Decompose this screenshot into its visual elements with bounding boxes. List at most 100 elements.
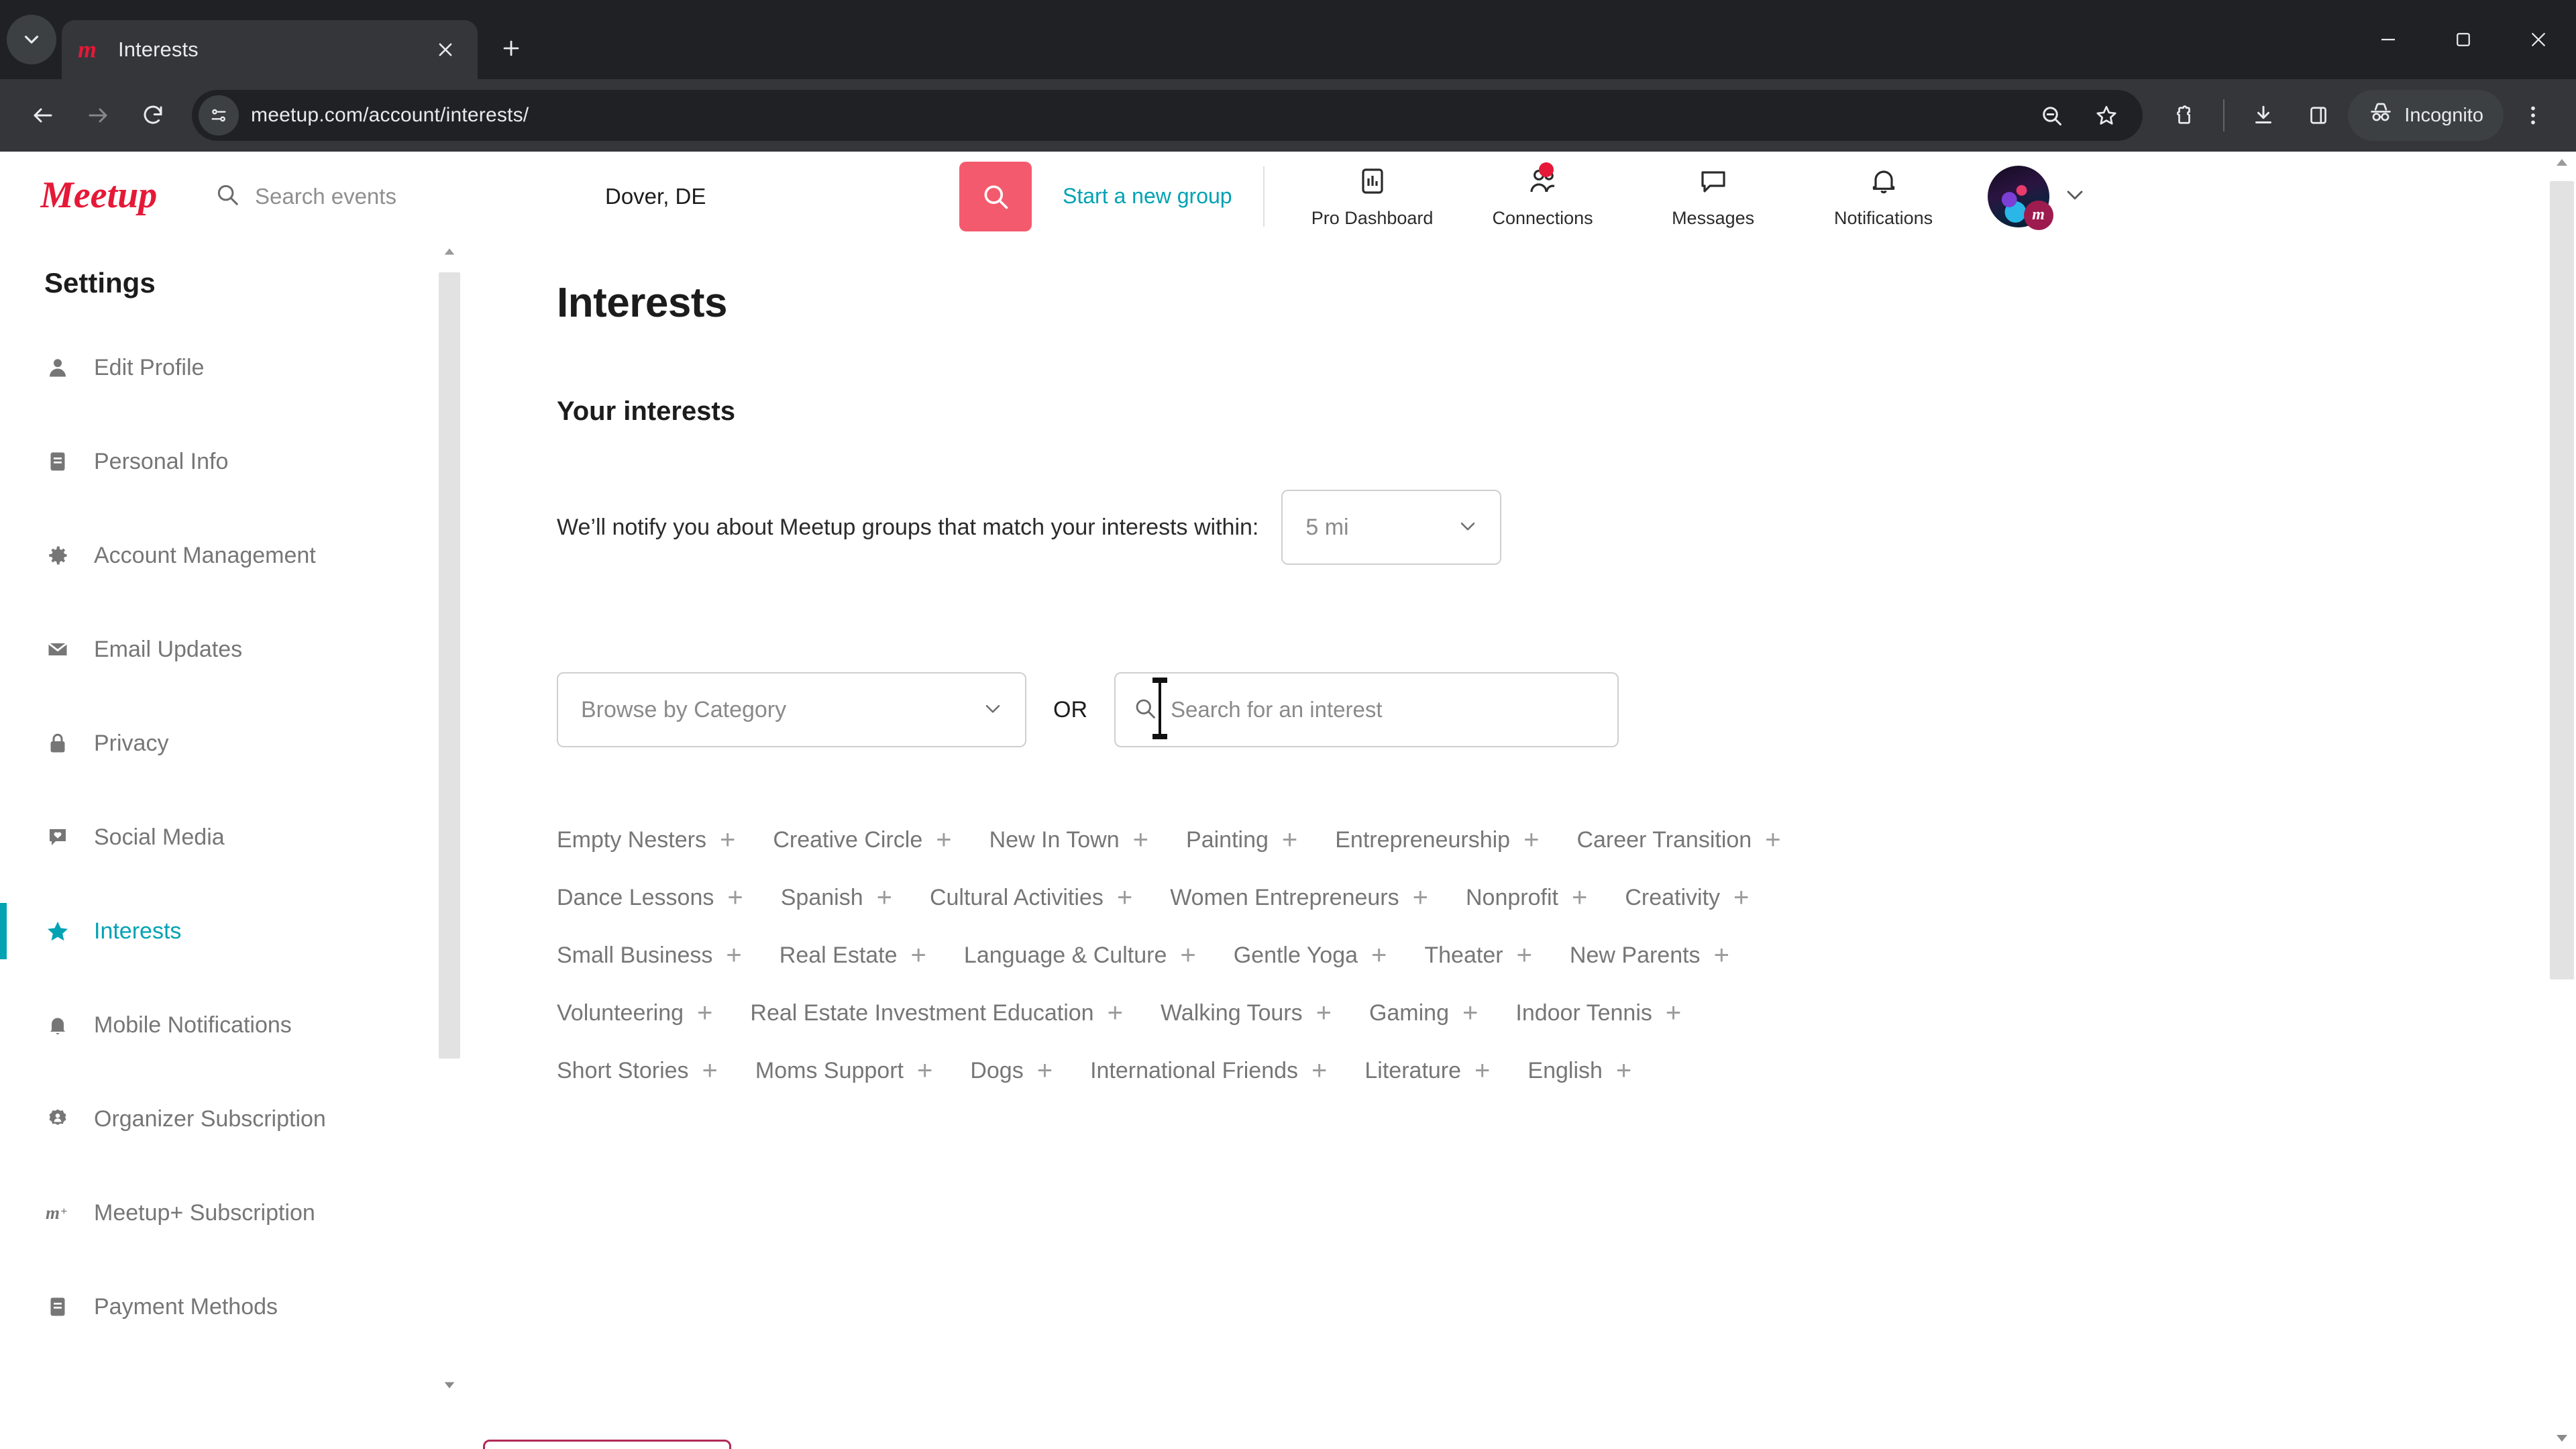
sidebar-item-payment-methods[interactable]: Payment Methods bbox=[0, 1276, 483, 1338]
search-input[interactable] bbox=[255, 183, 590, 209]
scroll-up-icon[interactable] bbox=[436, 241, 463, 262]
interest-tag[interactable]: English + bbox=[1527, 1057, 1631, 1084]
interest-search-field[interactable] bbox=[1114, 672, 1619, 747]
zoom-out-icon[interactable] bbox=[2026, 90, 2077, 141]
add-icon[interactable]: + bbox=[1733, 884, 1749, 911]
add-icon[interactable]: + bbox=[1133, 826, 1148, 853]
browser-tab[interactable]: m Interests bbox=[62, 20, 478, 79]
add-icon[interactable]: + bbox=[911, 942, 926, 969]
nav-notifications[interactable]: Notifications bbox=[1799, 164, 1969, 229]
start-new-group-link[interactable]: Start a new group bbox=[1063, 184, 1232, 209]
sidebar-item-mobile-notifications[interactable]: Mobile Notifications bbox=[0, 994, 483, 1056]
interest-tag[interactable]: Career Transition + bbox=[1576, 826, 1780, 853]
interest-tag[interactable]: Language & Culture + bbox=[964, 942, 1196, 969]
extensions-icon[interactable] bbox=[2159, 90, 2210, 141]
add-icon[interactable]: + bbox=[1616, 1057, 1631, 1084]
bookmark-star-icon[interactable] bbox=[2081, 90, 2132, 141]
minimize-icon[interactable] bbox=[2351, 0, 2426, 79]
interest-tag[interactable]: Moms Support + bbox=[755, 1057, 932, 1084]
interest-tag[interactable]: Cultural Activities + bbox=[930, 884, 1132, 911]
search-submit-button[interactable] bbox=[959, 161, 1032, 231]
interest-tag[interactable]: Short Stories + bbox=[557, 1057, 718, 1084]
add-icon[interactable]: + bbox=[1108, 1000, 1123, 1026]
add-icon[interactable]: + bbox=[1517, 942, 1532, 969]
interest-tag[interactable]: Nonprofit + bbox=[1466, 884, 1587, 911]
add-icon[interactable]: + bbox=[877, 884, 892, 911]
new-tab-button[interactable] bbox=[490, 27, 533, 70]
close-window-icon[interactable] bbox=[2501, 0, 2576, 79]
tab-search-button[interactable] bbox=[7, 15, 56, 64]
sidebar-scrollbar[interactable] bbox=[436, 241, 463, 1395]
add-icon[interactable]: + bbox=[1523, 826, 1539, 853]
avatar[interactable]: m bbox=[1987, 165, 2053, 230]
scroll-down-icon[interactable] bbox=[2548, 1428, 2576, 1449]
reload-icon[interactable] bbox=[127, 90, 178, 141]
interest-tag[interactable]: Women Entrepreneurs + bbox=[1170, 884, 1428, 911]
interest-tag[interactable]: Real Estate + bbox=[780, 942, 926, 969]
page-scrollbar[interactable] bbox=[2548, 152, 2576, 1449]
sidebar-item-personal-info[interactable]: Personal Info bbox=[0, 431, 483, 492]
interest-tag[interactable]: Creativity + bbox=[1625, 884, 1749, 911]
interest-tag[interactable]: Walking Tours + bbox=[1161, 1000, 1332, 1026]
add-icon[interactable]: + bbox=[1180, 942, 1195, 969]
account-menu[interactable]: m bbox=[1987, 165, 2122, 230]
add-icon[interactable]: + bbox=[702, 1057, 718, 1084]
forward-icon[interactable] bbox=[72, 90, 123, 141]
add-icon[interactable]: + bbox=[1666, 1000, 1681, 1026]
site-info-icon[interactable] bbox=[199, 95, 239, 136]
add-icon[interactable]: + bbox=[917, 1057, 932, 1084]
add-icon[interactable]: + bbox=[1282, 826, 1297, 853]
add-icon[interactable]: + bbox=[1413, 884, 1428, 911]
interest-tag[interactable]: Dogs + bbox=[970, 1057, 1053, 1084]
interest-tag[interactable]: Empty Nesters + bbox=[557, 826, 735, 853]
interest-tag[interactable]: Indoor Tennis + bbox=[1515, 1000, 1681, 1026]
sidebar-item-privacy[interactable]: Privacy bbox=[0, 712, 483, 774]
scroll-down-icon[interactable] bbox=[436, 1375, 463, 1395]
downloads-icon[interactable] bbox=[2238, 90, 2289, 141]
interest-tag[interactable]: Volunteering + bbox=[557, 1000, 712, 1026]
add-icon[interactable]: + bbox=[1474, 1057, 1490, 1084]
interest-tag[interactable]: New In Town + bbox=[989, 826, 1148, 853]
scroll-up-icon[interactable] bbox=[2548, 152, 2576, 173]
add-icon[interactable]: + bbox=[1572, 884, 1587, 911]
add-icon[interactable]: + bbox=[1371, 942, 1387, 969]
scrollbar-thumb[interactable] bbox=[439, 272, 460, 1059]
maximize-icon[interactable] bbox=[2426, 0, 2501, 79]
url-text[interactable]: meetup.com/account/interests/ bbox=[241, 104, 2023, 127]
add-icon[interactable]: + bbox=[720, 826, 735, 853]
scrollbar-thumb[interactable] bbox=[2550, 181, 2574, 979]
interest-tag[interactable]: Gaming + bbox=[1369, 1000, 1478, 1026]
back-icon[interactable] bbox=[17, 90, 68, 141]
meetup-logo[interactable]: Meetup bbox=[40, 175, 174, 218]
add-icon[interactable]: + bbox=[1714, 942, 1729, 969]
add-icon[interactable]: + bbox=[1311, 1057, 1327, 1084]
interest-tag[interactable]: Entrepreneurship + bbox=[1335, 826, 1539, 853]
chevron-down-icon[interactable] bbox=[2061, 181, 2088, 211]
interest-search-input[interactable] bbox=[1171, 697, 1600, 722]
add-icon[interactable]: + bbox=[726, 942, 741, 969]
location-field[interactable]: Dover, DE bbox=[590, 184, 953, 209]
nav-connections[interactable]: Connections bbox=[1458, 162, 1628, 229]
add-icon[interactable]: + bbox=[1117, 884, 1132, 911]
add-icon[interactable]: + bbox=[697, 1000, 712, 1026]
nav-messages[interactable]: Messages bbox=[1628, 164, 1799, 229]
browse-by-category-select[interactable]: Browse by Category bbox=[557, 672, 1026, 747]
nav-pro-dashboard[interactable]: Pro Dashboard bbox=[1287, 164, 1458, 229]
sidebar-item-edit-profile[interactable]: Edit Profile bbox=[0, 337, 483, 398]
incognito-indicator[interactable]: Incognito bbox=[2348, 90, 2504, 141]
save-button-partial[interactable] bbox=[483, 1440, 731, 1449]
add-icon[interactable]: + bbox=[1765, 826, 1780, 853]
chrome-menu-icon[interactable] bbox=[2508, 90, 2559, 141]
add-icon[interactable]: + bbox=[936, 826, 951, 853]
interest-tag[interactable]: Theater + bbox=[1424, 942, 1532, 969]
sidebar-item-organizer-subscription[interactable]: Organizer Subscription bbox=[0, 1088, 483, 1150]
sidebar-item-email-updates[interactable]: Email Updates bbox=[0, 619, 483, 680]
interest-tag[interactable]: Real Estate Investment Education + bbox=[750, 1000, 1123, 1026]
sidebar-item-social-media[interactable]: Social Media bbox=[0, 806, 483, 868]
address-bar[interactable]: meetup.com/account/interests/ bbox=[192, 90, 2143, 141]
interest-tag[interactable]: Small Business + bbox=[557, 942, 742, 969]
radius-select[interactable]: 5 mi bbox=[1281, 490, 1502, 565]
add-icon[interactable]: + bbox=[1316, 1000, 1332, 1026]
interest-tag[interactable]: International Friends + bbox=[1090, 1057, 1327, 1084]
interest-tag[interactable]: Spanish + bbox=[781, 884, 892, 911]
